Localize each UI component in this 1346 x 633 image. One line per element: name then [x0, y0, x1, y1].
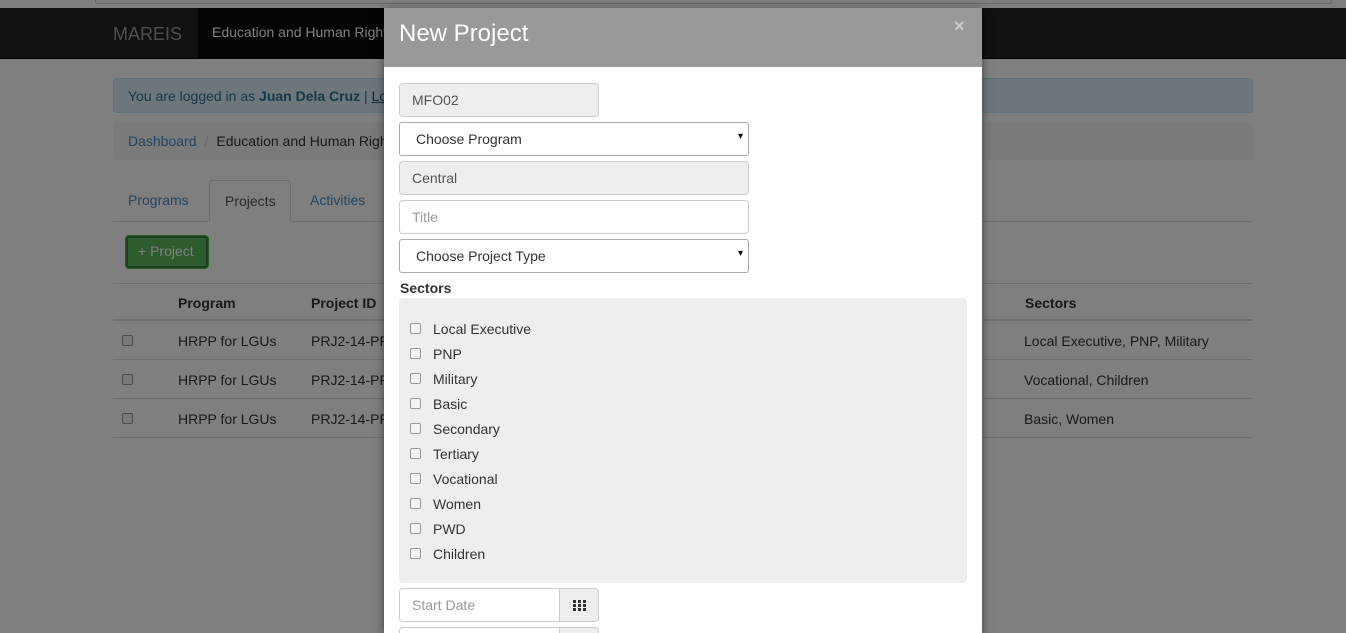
new-project-modal: New Project × MFO02 Choose Program ▾ Cen… [384, 8, 982, 633]
sector-checkbox[interactable] [410, 348, 421, 359]
office-field[interactable]: Central [399, 161, 749, 195]
sector-checkbox[interactable] [410, 398, 421, 409]
sector-checkbox[interactable] [410, 523, 421, 534]
chevron-down-icon: ▾ [737, 131, 743, 142]
calendar-button[interactable] [559, 627, 599, 633]
sector-checkbox[interactable] [410, 423, 421, 434]
sector-checkbox[interactable] [410, 548, 421, 559]
sectors-label: Sectors [400, 280, 452, 296]
mfo-field[interactable]: MFO02 [399, 83, 599, 117]
sector-label: Vocational [433, 471, 498, 487]
sector-label: Secondary [433, 421, 500, 437]
modal-header: New Project × [384, 8, 982, 67]
program-select[interactable]: Choose Program ▾ [399, 122, 749, 156]
sector-checkbox[interactable] [410, 473, 421, 484]
sector-label: PWD [433, 521, 466, 537]
sector-checkbox[interactable] [410, 373, 421, 384]
sector-label: Tertiary [433, 446, 479, 462]
sector-label: Children [433, 546, 486, 562]
calendar-button[interactable] [559, 588, 599, 622]
sector-label: Military [433, 371, 478, 387]
sector-checkbox[interactable] [410, 323, 421, 334]
start-date-input[interactable]: Start Date [399, 588, 560, 622]
sector-checkbox[interactable] [410, 448, 421, 459]
end-date-input[interactable] [399, 627, 560, 633]
sector-label: Local Executive [433, 321, 532, 337]
project-type-select[interactable]: Choose Project Type ▾ [399, 239, 749, 273]
title-input[interactable]: Title [399, 200, 749, 234]
chevron-down-icon: ▾ [737, 248, 743, 259]
end-date-group [399, 627, 599, 633]
calendar-grid-icon [573, 600, 586, 611]
start-date-group: Start Date [399, 588, 599, 622]
modal-title: New Project [399, 20, 529, 47]
sector-label: PNP [433, 346, 462, 362]
close-icon[interactable]: × [954, 16, 965, 37]
sector-label: Women [433, 496, 481, 512]
sector-label: Basic [433, 396, 468, 412]
program-select-value: Choose Program [416, 131, 522, 147]
project-type-select-value: Choose Project Type [416, 248, 546, 264]
sectors-list: Local Executive PNP Military Basic Secon… [399, 298, 967, 583]
sector-checkbox[interactable] [410, 498, 421, 509]
